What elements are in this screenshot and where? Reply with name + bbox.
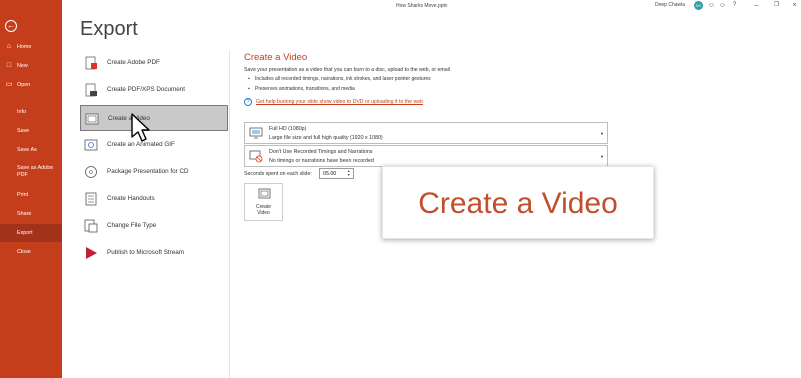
rail-item-label: Open xyxy=(17,82,31,88)
option-create-video[interactable]: Create a Video xyxy=(80,105,228,131)
option-create-animated-gif[interactable]: Create an Animated GIF xyxy=(80,132,228,158)
stream-icon xyxy=(86,247,97,259)
rail-item-share[interactable]: Share xyxy=(0,205,62,223)
option-publish-to-stream[interactable]: Publish to Microsoft Stream xyxy=(80,240,228,266)
timings-title: Don't Use Recorded Timings and Narration… xyxy=(269,149,373,155)
option-change-file-type[interactable]: Change File Type xyxy=(80,213,228,239)
option-package-for-cd[interactable]: Package Presentation for CD xyxy=(80,159,228,185)
minimize-icon[interactable]: – xyxy=(752,1,761,10)
rail-item-home[interactable]: ⌂ Home xyxy=(0,38,62,56)
pane-description: Save your presentation as a video that y… xyxy=(244,67,450,73)
option-label: Change File Type xyxy=(107,222,157,229)
close-icon[interactable]: × xyxy=(790,1,799,10)
rail-item-label: Info xyxy=(17,109,26,115)
cd-package-icon xyxy=(85,166,97,178)
zoom-callout: Create a Video xyxy=(382,166,654,239)
rail-item-label: New xyxy=(17,63,28,69)
help-link-text[interactable]: Get help burning your slide show video t… xyxy=(256,99,423,105)
timings-subtitle: No timings or narrations have been recor… xyxy=(269,158,374,164)
callout-text: Create a Video xyxy=(418,187,618,220)
gif-icon xyxy=(84,139,98,151)
document-title: How Sharks Move.pptx xyxy=(396,3,448,9)
bullet-item: Includes all recorded timings, narration… xyxy=(248,76,431,82)
help-circle-icon: ? xyxy=(244,98,252,106)
rail-item-label: Share xyxy=(17,211,32,217)
rail-item-save-as[interactable]: Save As xyxy=(0,141,62,159)
chevron-down-icon: ▼ xyxy=(600,154,604,159)
bullet-item: Preserves animations, transitions, and m… xyxy=(248,86,355,92)
home-icon: ⌂ xyxy=(6,43,12,50)
rail-item-print[interactable]: Print xyxy=(0,186,62,204)
pane-divider xyxy=(229,50,230,378)
rail-item-save[interactable]: Save xyxy=(0,122,62,140)
pdf-xps-icon xyxy=(85,83,97,97)
option-create-handouts[interactable]: Create Handouts xyxy=(80,186,228,212)
create-video-label-line2: Video xyxy=(257,210,270,216)
rail-item-info[interactable]: Info xyxy=(0,103,62,121)
page-title: Export xyxy=(80,18,138,40)
chevron-down-icon: ▼ xyxy=(600,131,604,136)
back-arrow-icon[interactable]: ← xyxy=(5,20,17,32)
rail-item-label: Save xyxy=(17,128,30,134)
option-label: Publish to Microsoft Stream xyxy=(107,249,184,256)
backstage-rail: ← ⌂ Home □ New ▭ Open Info Save Save As … xyxy=(0,0,62,378)
rail-item-label-line2: PDF xyxy=(17,172,28,178)
handouts-icon xyxy=(85,192,97,206)
create-video-label: Create Video xyxy=(245,204,282,216)
option-label: Create Handouts xyxy=(107,195,155,202)
feedback-icon[interactable]: ☺ xyxy=(718,1,727,10)
title-bar: How Sharks Move.pptx Deep Chawla DC ☺ ☺ … xyxy=(62,0,801,12)
seconds-label: Seconds spent on each slide: xyxy=(244,171,312,177)
help-link[interactable]: ? Get help burning your slide show video… xyxy=(244,98,423,106)
new-file-icon: □ xyxy=(6,62,12,69)
change-file-type-icon xyxy=(84,219,98,233)
rail-item-close[interactable]: Close xyxy=(0,243,62,261)
help-icon[interactable]: ? xyxy=(730,1,739,10)
rail-item-label: Home xyxy=(17,44,32,50)
option-label: Create Adobe PDF xyxy=(107,59,160,66)
avatar[interactable]: DC xyxy=(694,1,703,10)
spin-arrows-icon[interactable]: ▲ ▼ xyxy=(347,169,350,177)
pane-title: Create a Video xyxy=(244,52,308,63)
user-name[interactable]: Deep Chawla xyxy=(655,2,685,8)
emoji-icon[interactable]: ☺ xyxy=(707,1,716,10)
mouse-pointer-icon xyxy=(131,113,150,142)
option-create-adobe-pdf[interactable]: Create Adobe PDF xyxy=(80,50,228,76)
rail-item-open[interactable]: ▭ Open xyxy=(0,76,62,94)
timings-dropdown[interactable]: Don't Use Recorded Timings and Narration… xyxy=(244,145,608,167)
quality-subtitle: Large file size and full high quality (1… xyxy=(269,135,383,141)
no-timings-icon xyxy=(249,150,263,163)
adobe-pdf-icon xyxy=(85,56,97,70)
rail-item-save-as-adobe-pdf[interactable]: Save as Adobe PDF xyxy=(0,163,62,183)
folder-icon: ▭ xyxy=(5,81,13,88)
create-video-button[interactable]: Create Video xyxy=(244,183,283,221)
video-icon xyxy=(85,113,99,125)
rail-item-export[interactable]: Export xyxy=(0,224,62,242)
quality-dropdown[interactable]: Full HD (1080p) Large file size and full… xyxy=(244,122,608,144)
rail-item-label: Save as Adobe xyxy=(17,165,54,171)
rail-item-label: Print xyxy=(17,192,29,198)
option-create-pdf-xps[interactable]: Create PDF/XPS Document xyxy=(80,77,228,103)
rail-item-label: Close xyxy=(17,249,31,255)
rail-item-label: Save As xyxy=(17,147,37,153)
video-icon xyxy=(258,188,271,199)
monitor-icon xyxy=(249,127,263,139)
option-label: Create PDF/XPS Document xyxy=(107,86,186,93)
quality-title: Full HD (1080p) xyxy=(269,126,307,132)
rail-item-label: Export xyxy=(17,230,33,236)
restore-icon[interactable]: ❐ xyxy=(772,1,781,10)
option-label: Package Presentation for CD xyxy=(107,168,189,175)
rail-item-new[interactable]: □ New xyxy=(0,57,62,75)
